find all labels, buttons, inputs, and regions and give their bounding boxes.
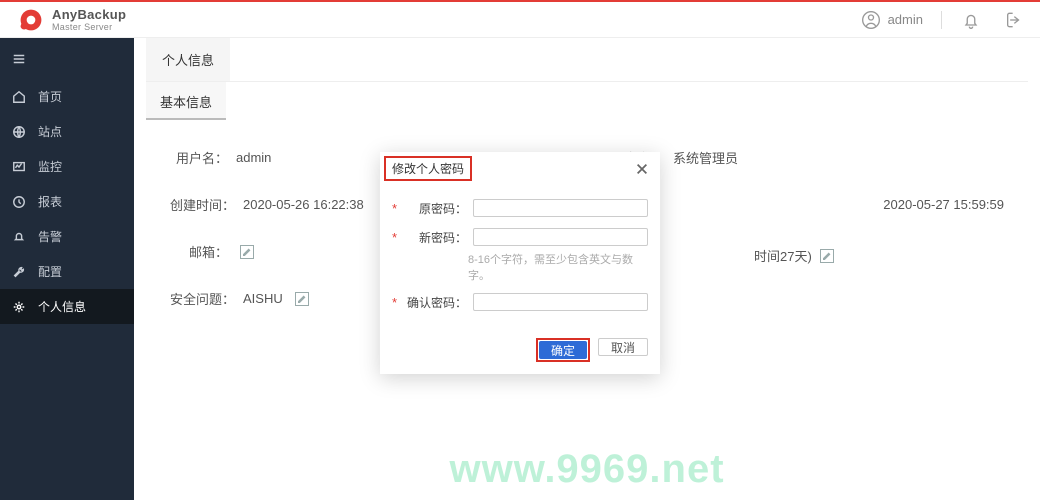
sidebar-item-label: 站点 (38, 123, 62, 140)
edit-icon[interactable] (240, 245, 254, 259)
modal-change-password: 修改个人密码 * 原密码： * 新密码： 8-16个字符，需至少包含英文与数字。… (380, 152, 660, 374)
required-mark: * (392, 201, 397, 216)
home-icon (12, 90, 26, 104)
logo: AnyBackup Master Server (18, 7, 126, 33)
label-create: 创建时间： (170, 195, 235, 214)
tab-basic-info[interactable]: 基本信息 (146, 82, 226, 120)
value-lastlogin: 2020-05-27 15:59:59 (883, 197, 1004, 212)
label-new-password: 新密码： (403, 229, 467, 246)
divider (941, 11, 942, 29)
logout-icon[interactable] (1000, 9, 1022, 31)
wrench-icon (12, 265, 26, 279)
pwd-expire-partial: 时间27天) (754, 246, 834, 265)
gear-icon (12, 300, 26, 314)
new-password-hint: 8-16个字符，需至少包含英文与数字。 (468, 251, 648, 283)
brand-sub: Master Server (52, 23, 126, 32)
value-role: 系统管理员 (673, 148, 738, 167)
sidebar-item-report[interactable]: 报表 (0, 184, 134, 219)
header: AnyBackup Master Server admin (0, 2, 1040, 38)
sidebar-item-config[interactable]: 配置 (0, 254, 134, 289)
ok-button[interactable]: 确定 (539, 341, 587, 359)
monitor-icon (12, 160, 26, 174)
user-chip[interactable]: admin (860, 9, 923, 31)
pwd-expire-text: 时间27天) (754, 246, 812, 265)
sidebar-item-label: 报表 (38, 193, 62, 210)
row-lastlogin: 2020-05-27 15:59:59 (607, 195, 1004, 214)
label-username: 用户名： (170, 148, 228, 167)
required-mark: * (392, 230, 397, 245)
value-question: AISHU (243, 291, 283, 306)
sidebar-item-profile[interactable]: 个人信息 (0, 289, 134, 324)
sidebar-item-home[interactable]: 首页 (0, 79, 134, 114)
username: admin (888, 12, 923, 27)
watermark: www.9969.net (449, 447, 724, 492)
old-password-field[interactable] (473, 199, 648, 217)
brand-main: AnyBackup (52, 8, 126, 21)
modal-title: 修改个人密码 (384, 156, 472, 181)
sidebar-item-monitor[interactable]: 监控 (0, 149, 134, 184)
sidebar: 首页 站点 监控 报表 告警 配置 个人信息 (0, 38, 134, 500)
ok-button-highlight: 确定 (536, 338, 590, 362)
label-old-password: 原密码： (403, 200, 467, 217)
label-question: 安全问题： (170, 289, 235, 308)
sidebar-item-site[interactable]: 站点 (0, 114, 134, 149)
edit-icon[interactable] (820, 249, 834, 263)
close-icon[interactable] (632, 159, 652, 179)
value-create: 2020-05-26 16:22:38 (243, 197, 364, 212)
user-icon (860, 9, 882, 31)
value-username: admin (236, 150, 271, 165)
sidebar-item-label: 配置 (38, 263, 62, 280)
tab-profile[interactable]: 个人信息 (146, 38, 230, 81)
confirm-password-field[interactable] (473, 293, 648, 311)
sidebar-item-label: 告警 (38, 228, 62, 245)
label-confirm-password: 确认密码： (403, 294, 467, 311)
sidebar-item-label: 个人信息 (38, 298, 86, 315)
label-email: 邮箱： (170, 242, 228, 261)
globe-icon (12, 125, 26, 139)
sidebar-item-label: 监控 (38, 158, 62, 175)
required-mark: * (392, 295, 397, 310)
sidebar-item-alert[interactable]: 告警 (0, 219, 134, 254)
row-role: 角色： 系统管理员 (607, 148, 1004, 167)
clock-icon (12, 195, 26, 209)
sidebar-item-label: 首页 (38, 88, 62, 105)
bell-icon (12, 230, 26, 244)
edit-icon[interactable] (295, 292, 309, 306)
hamburger-icon[interactable] (0, 46, 134, 75)
logo-icon (18, 7, 44, 33)
bell-icon[interactable] (960, 9, 982, 31)
new-password-field[interactable] (473, 228, 648, 246)
cancel-button[interactable]: 取消 (598, 338, 648, 356)
